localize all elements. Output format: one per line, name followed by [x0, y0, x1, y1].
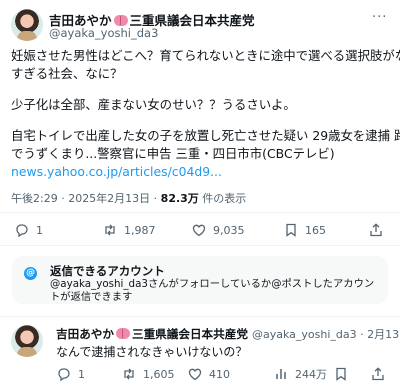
tweet-meta: 午後2:29 · 2025年2月13日 · 82.3万 件の表示 [11, 190, 246, 206]
share-button[interactable] [368, 222, 384, 238]
brain-emoji-icon [113, 15, 128, 26]
reply-icon [16, 224, 28, 238]
bookmark-button[interactable]: 165 [283, 222, 326, 238]
reply-reply-button[interactable]: 1 [56, 366, 85, 382]
heart-icon [192, 224, 206, 237]
reply-reply-count: 1 [78, 367, 85, 381]
reply-retweet-button[interactable]: 1,605 [121, 366, 175, 382]
tweet-line-5: でうずくまり...警察官に申告 三重・四日市市(CBCテレビ) [11, 146, 335, 161]
reply-like-button[interactable]: 410 [187, 366, 230, 382]
share-icon [372, 367, 384, 381]
tweet-thread: 吉田あやか 三重県議会日本共産党 @ayaka_yoshi_da3 ··· 妊娠さ… [0, 0, 400, 391]
retweet-button[interactable]: 1,987 [102, 222, 156, 238]
reply-bookmark-button[interactable] [333, 366, 349, 382]
divider [0, 212, 400, 213]
heart-icon [188, 368, 202, 381]
reply-views-button[interactable]: 244万 [273, 366, 327, 382]
views-count: 82.3万 [160, 192, 199, 205]
bookmark-count: 165 [305, 223, 326, 237]
retweet-icon [105, 224, 115, 236]
bar-chart-icon [276, 369, 286, 379]
reply-like-count: 410 [209, 367, 230, 381]
notice-title: 返信できるアカウント [50, 264, 165, 278]
user-handle[interactable]: @ayaka_yoshi_da3 [49, 26, 158, 40]
reply-text: なんで逮捕されなきゃいけないの？ [56, 345, 248, 359]
reply-name-row[interactable]: 吉田あやか 三重県議会日本共産党 @ayaka_yoshi_da3 · 2月13日 [56, 326, 400, 342]
reply-views-count: 244万 [295, 368, 327, 381]
tweet-timestamp[interactable]: 午後2:29 · 2025年2月13日 · [11, 192, 161, 205]
reply-button[interactable]: 1 [14, 222, 43, 238]
retweet-count: 1,987 [124, 223, 156, 237]
reply-retweet-count: 1,605 [143, 367, 175, 381]
reply-display-name[interactable]: 吉田あやか [56, 327, 114, 341]
article-link[interactable]: news.yahoo.co.jp/articles/c04d9... [11, 163, 222, 181]
tweet-line-1: 妊娠させた男性はどこへ？育てられないときに途中で選べる選択肢がなさ [11, 48, 400, 63]
share-icon [370, 223, 382, 237]
divider [0, 245, 400, 246]
notice-body: @ayaka_yoshi_da3さんがフォローしているか@ポストしたアカウントが… [50, 278, 375, 303]
reply-count: 1 [36, 223, 43, 237]
bookmark-icon [336, 367, 346, 381]
reply-icon [58, 368, 70, 382]
reply-restriction-notice: @ 返信できるアカウント @ayaka_yoshi_da3さんがフォローしている… [12, 256, 388, 304]
views-label: 件の表示 [198, 192, 247, 205]
bookmark-icon [286, 223, 296, 237]
retweet-icon [124, 368, 134, 380]
brain-emoji-icon [115, 328, 130, 339]
divider [0, 316, 400, 317]
more-options-icon[interactable]: ··· [372, 10, 387, 25]
reply-share-button[interactable] [370, 366, 386, 382]
reply-avatar[interactable] [11, 325, 43, 357]
reply-affiliation[interactable]: 三重県議会日本共産党 [132, 327, 248, 341]
tweet-line-2: すぎる社会、なに？ [11, 66, 123, 81]
like-button[interactable]: 9,035 [191, 222, 245, 238]
avatar[interactable] [11, 9, 43, 41]
at-sign-icon: @ [24, 267, 37, 280]
like-count: 9,035 [213, 223, 245, 237]
reply-handle-date[interactable]: @ayaka_yoshi_da3 · 2月13日 [252, 328, 400, 341]
tweet-line-4: 自宅トイレで出産した女の子を放置し死亡させた疑い 29歳女を逮捕 路上 [11, 128, 400, 143]
tweet-line-3: 少子化は全部、産まない女のせい？？うるさいよ。 [11, 97, 296, 112]
